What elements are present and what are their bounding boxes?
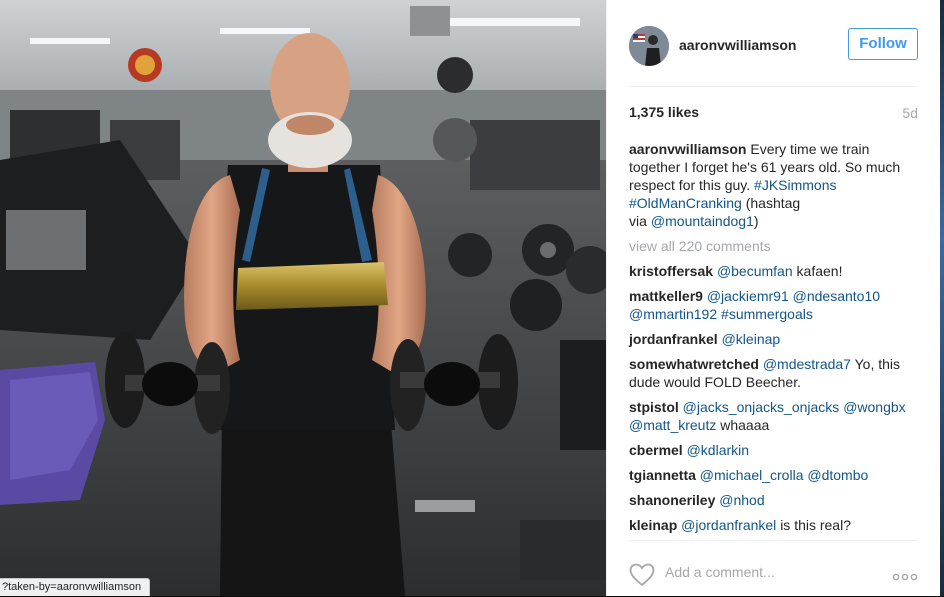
comment-username[interactable]: jordanfrankel [629,331,718,347]
comment-item: mattkeller9 @jackiemr91 @ndesanto10 @mma… [629,287,918,323]
comment-username[interactable]: shanoneriley [629,492,715,508]
mention-link[interactable]: @nhod [719,492,764,508]
comment-item: somewhatwretched @mdestrada7 Yo, this du… [629,355,918,391]
mention-link[interactable]: @jordanfrankel [681,517,776,533]
heart-outline-icon[interactable] [629,563,655,592]
hashtag-link[interactable]: #summergoals [721,306,813,322]
post-username[interactable]: aaronvwilliamson [679,37,796,53]
avatar-image [629,26,669,66]
mention-link[interactable]: @dtombo [807,467,868,483]
avatar[interactable] [629,26,669,66]
hashtag-link[interactable]: #JKSimmons [754,177,836,193]
post-header: aaronvwilliamson Follow [629,24,918,87]
comment-text: is this real? [780,517,851,533]
caption-username[interactable]: aaronvwilliamson [629,141,746,157]
caption: aaronvwilliamson Every time we train tog… [629,140,918,230]
comment-item: kristoffersak @becumfan kafaen! [629,262,918,280]
likes-row: 1,375 likes 5d [629,104,918,124]
post-timestamp[interactable]: 5d [902,105,918,121]
comment-item: tgiannetta @michael_crolla @dtombo [629,466,918,484]
mention-link[interactable]: @kdlarkin [687,442,749,458]
mention-link[interactable]: @michael_crolla [700,467,804,483]
comments-list: aaronvwilliamson Every time we train tog… [629,140,918,541]
comment-username[interactable]: tgiannetta [629,467,696,483]
comment-username[interactable]: kristoffersak [629,263,713,279]
gym-photo-illustration [0,0,606,596]
mention-link[interactable]: @kleinap [722,331,781,347]
mention-link[interactable]: @wongbx [843,399,905,415]
comment-text: whaaaa [720,417,770,433]
post-side-panel: aaronvwilliamson Follow 1,375 likes 5d a… [606,0,944,596]
comment-username[interactable]: somewhatwretched [629,356,759,372]
view-all-comments-link[interactable]: view all 220 comments [629,237,918,255]
more-options-icon[interactable] [892,568,918,586]
comment-username[interactable]: cbermel [629,442,683,458]
add-comment-input[interactable]: Add a comment... [665,564,775,580]
mention-link[interactable]: @matt_kreutz [629,417,716,433]
caption-text: ) [753,213,759,229]
mention-link[interactable]: @jacks_onjacks_onjacks [683,399,840,415]
comment-username[interactable]: stpistol [629,399,679,415]
comment-text: kafaen! [796,263,843,279]
follow-button[interactable]: Follow [848,28,918,60]
mention-link[interactable]: @becumfan [717,263,793,279]
post-photo[interactable]: ?taken-by=aaronvwilliamson [0,0,606,596]
likes-count[interactable]: 1,375 likes [629,104,699,120]
mention-link[interactable]: @jackiemr91 [707,288,789,304]
hashtag-link[interactable]: #OldManCranking [629,195,742,211]
mention-link[interactable]: @mdestrada7 [763,356,851,372]
comment-item: cbermel @kdlarkin [629,441,918,459]
comment-username[interactable]: mattkeller9 [629,288,703,304]
mention-link[interactable]: @mmartin192 [629,306,717,322]
comment-item: jordanfrankel @kleinap [629,330,918,348]
mention-link[interactable]: @ndesanto10 [793,288,880,304]
comment-item: stpistol @jacks_onjacks_onjacks @wongbx … [629,398,918,434]
comment-username[interactable]: kleinap [629,517,677,533]
comment-item: kleinap @jordanfrankel is this real? [629,516,918,534]
mention-link[interactable]: @mountaindog1 [651,213,754,229]
window-edge [940,0,944,596]
add-comment-row: Add a comment... [629,540,918,597]
comment-item: shanoneriley @nhod [629,491,918,509]
status-bar-url: ?taken-by=aaronvwilliamson [0,578,151,596]
